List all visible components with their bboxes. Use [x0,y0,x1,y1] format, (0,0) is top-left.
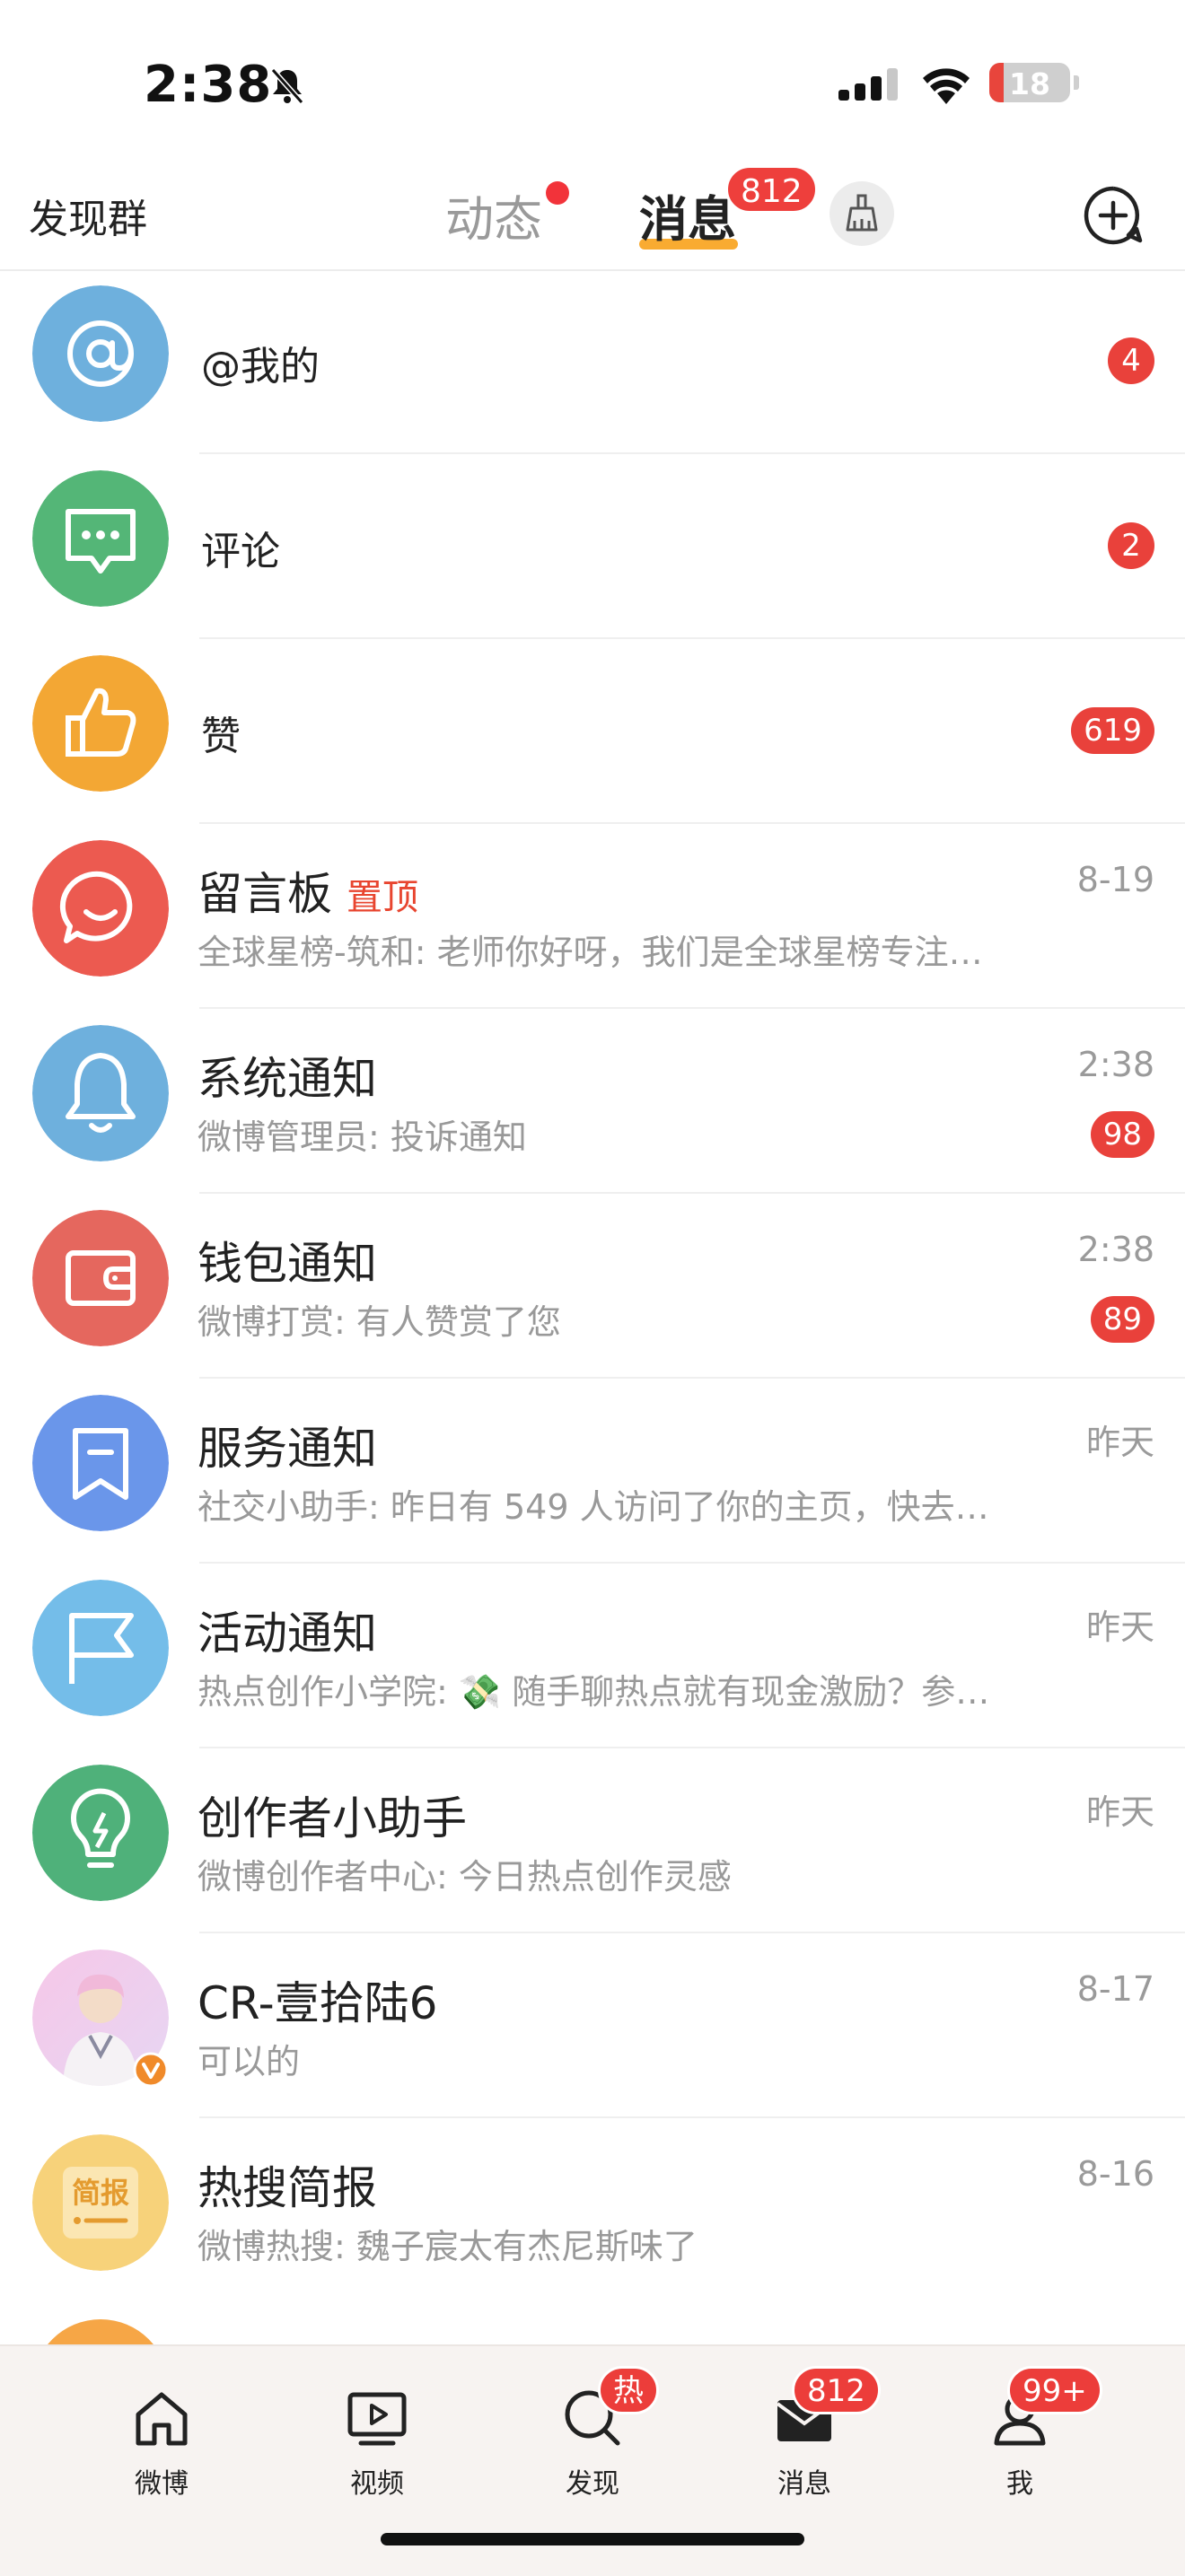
home-indicator[interactable] [381,2533,804,2545]
message-board-row[interactable]: 留言板 置顶 全球星榜-筑和: 老师你好呀，我们是全球星榜专注… 8-19 [0,824,1185,1009]
clear-unread-button[interactable] [830,181,894,246]
comments-avatar [32,470,169,607]
messages-header: 发现群 动态 消息 812 [0,165,1185,271]
unread-count-badge: 98 [1090,1111,1154,1158]
service-notice-row[interactable]: 服务通知 社交小助手: 昨日有 549 人访问了你的主页，快去… 昨天 [0,1379,1185,1564]
nav-label: 视频 [350,2468,404,2500]
row-label: @我的 [201,344,320,390]
unread-count-badge: 89 [1090,1296,1154,1343]
flag-icon [32,1580,169,1716]
row-preview: 微博打赏: 有人赞赏了您 [198,1302,561,1342]
nav-label: 我 [1006,2468,1033,2500]
row-label: 赞 [201,714,241,759]
activity-notice-avatar [32,1580,169,1716]
row-label: 评论 [201,529,280,574]
at-sign-icon [32,285,169,422]
wifi-icon [923,68,970,104]
pinned-tag: 置顶 [347,877,418,918]
smile-chat-icon [32,840,169,977]
row-time: 2:38 [1077,1230,1154,1269]
row-time: 昨天 [1085,1423,1154,1462]
battery-cap [1074,75,1079,90]
status-bar: 2:38 18 [0,0,1185,171]
creator-assistant-row[interactable]: 创作者小助手 微博创作者中心: 今日热点创作灵感 昨天 [0,1748,1185,1933]
nav-label: 微博 [135,2468,189,2500]
service-notice-avatar [32,1395,169,1531]
discover-groups-link[interactable]: 发现群 [29,187,147,244]
lightbulb-icon [32,1765,169,1901]
mentions-row[interactable]: @我的 4 [0,269,1185,454]
activity-notice-row[interactable]: 活动通知 热点创作小学院: 💸 随手聊热点就有现金激励？参… 昨天 [0,1564,1185,1748]
row-preview: 微博管理员: 投诉通知 [198,1117,527,1157]
unread-count-badge: 4 [1108,337,1154,384]
row-preview: 可以的 [198,2042,301,2081]
briefing-card-icon: 简报 [32,2134,169,2271]
creator-assistant-avatar [32,1765,169,1901]
row-title: 创作者小助手 [198,1792,467,1844]
row-time: 2:38 [1077,1045,1154,1084]
comments-row[interactable]: 评论 2 [0,454,1185,639]
row-time: 昨天 [1085,1792,1154,1832]
row-title-text: 留言板 [198,868,332,920]
tab-dynamic[interactable]: 动态 [445,180,542,250]
likes-avatar [32,655,169,792]
user-chat-row[interactable]: CR-壹拾陆6 可以的 8-17 [0,1933,1185,2118]
messages-count-badge: 812 [725,165,818,214]
row-title: 留言板 置顶 [198,858,418,923]
status-time: 2:38 [144,56,273,114]
wallet-icon [32,1210,169,1346]
verified-badge-icon [133,2052,169,2088]
nav-label: 消息 [777,2468,831,2500]
bell-muted-icon [270,68,304,104]
comment-bubble-icon [32,470,169,607]
mentions-avatar [32,285,169,422]
video-play-icon [347,2392,407,2446]
battery-percent: 18 [1009,66,1050,101]
me-nav-badge: 99+ [1007,2366,1102,2414]
row-title: CR-壹拾陆6 [198,1977,438,2029]
tab-messages[interactable]: 消息 [639,180,736,250]
row-preview: 全球星榜-筑和: 老师你好呀，我们是全球星榜专注… [198,933,983,972]
row-title: 活动通知 [198,1608,377,1660]
likes-row[interactable]: 赞 619 [0,639,1185,824]
messages-nav-badge: 812 [792,2366,881,2414]
row-title: 系统通知 [198,1053,377,1105]
message-board-avatar [32,840,169,977]
broom-icon [846,194,878,232]
row-title: 钱包通知 [198,1238,377,1290]
row-title: 热搜简报 [198,2162,377,2214]
system-notice-avatar [32,1025,169,1161]
row-title: 服务通知 [198,1423,377,1475]
battery-indicator: 18 [989,63,1070,102]
message-list: @我的 4 评论 2 赞 619 留言板 置顶 全球星榜-筑和: 老师你好呀，我… [0,269,1185,2456]
row-time: 8-16 [1076,2154,1154,2194]
new-chat-plus-icon[interactable] [1081,183,1146,248]
row-preview: 热点创作小学院: 💸 随手聊热点就有现金激励？参… [198,1672,990,1712]
thumbs-up-icon [32,655,169,792]
row-preview: 微博创作者中心: 今日热点创作灵感 [198,1857,732,1897]
cellular-signal-icon [838,68,898,101]
bookmark-icon [32,1395,169,1531]
row-time: 8-17 [1076,1969,1154,2009]
home-icon [136,2392,188,2446]
row-preview: 社交小助手: 昨日有 549 人访问了你的主页，快去… [198,1487,989,1527]
system-notice-row[interactable]: 系统通知 微博管理员: 投诉通知 2:38 98 [0,1009,1185,1194]
row-preview: 微博热搜: 魏子宸太有杰尼斯味了 [198,2227,698,2266]
row-time: 8-19 [1076,860,1154,899]
wallet-notice-avatar [32,1210,169,1346]
unread-count-badge: 619 [1071,707,1154,754]
unread-dot [546,181,569,205]
nav-label: 发现 [566,2468,619,2500]
hot-search-brief-row[interactable]: 简报 热搜简报 微博热搜: 魏子宸太有杰尼斯味了 8-16 [0,2118,1185,2303]
briefing-card-text: 简报 [72,2176,129,2210]
row-time: 昨天 [1085,1608,1154,1647]
hot-badge: 热 [598,2366,659,2414]
wallet-notice-row[interactable]: 钱包通知 微博打赏: 有人赞赏了您 2:38 89 [0,1194,1185,1379]
unread-count-badge: 2 [1108,522,1154,569]
hot-search-brief-avatar: 简报 [32,2134,169,2271]
bell-icon [32,1025,169,1161]
